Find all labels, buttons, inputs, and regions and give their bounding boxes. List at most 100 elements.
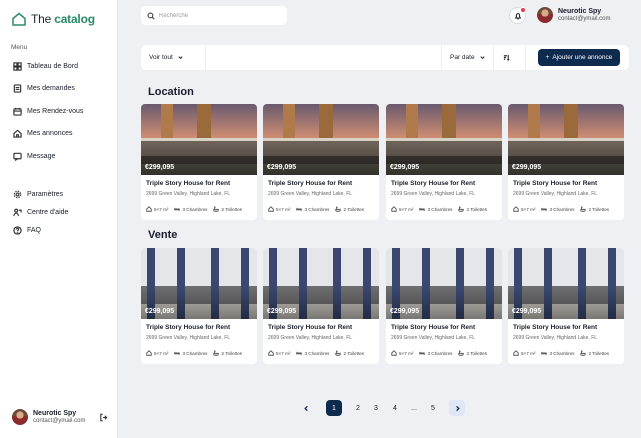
bed-icon <box>296 206 303 213</box>
sidebar-item-label: Centre d'aide <box>27 209 69 216</box>
property-toilets: 2 Toilettes <box>213 206 242 213</box>
property-price: €299,095 <box>267 308 297 315</box>
property-card[interactable]: €299,095 Triple Story House for Rent 269… <box>141 248 257 364</box>
pagination-page-2[interactable]: 2 <box>350 400 366 416</box>
area-icon <box>391 206 397 213</box>
bathtub-icon <box>580 350 587 357</box>
sidebar-item-label: Mes annonces <box>27 130 73 137</box>
profile-name: Neurotic Spy <box>558 8 602 15</box>
area-value: 5×7 m² <box>399 351 414 356</box>
sort-order-button[interactable] <box>503 45 510 70</box>
plus-icon: + <box>545 54 550 61</box>
property-card[interactable]: €299,095 Triple Story House for Rent 269… <box>263 104 379 220</box>
notification-button[interactable] <box>509 7 526 24</box>
sidebar-item-faq[interactable]: FAQ <box>13 226 41 235</box>
rooms-value: 3 Chambres <box>427 351 453 356</box>
pagination-page-4[interactable]: 4 <box>387 400 403 416</box>
toilets-value: 2 Toilettes <box>343 207 365 212</box>
sidebar-item-appointments[interactable]: Mes Rendez-vous <box>13 107 83 116</box>
menu-title: Menu <box>11 44 28 51</box>
sidebar-item-label: Message <box>27 153 56 160</box>
property-price: €299,095 <box>512 164 542 171</box>
property-rooms: 3 Chambres <box>419 350 452 357</box>
sort-icon <box>503 54 510 61</box>
rooms-value: 3 Chambres <box>304 351 330 356</box>
property-card[interactable]: €299,095 Triple Story House for Rent 269… <box>508 104 624 220</box>
search-input[interactable] <box>159 12 279 19</box>
toilets-value: 2 Toilettes <box>221 207 243 212</box>
property-address: 2699 Green Valley, Highland Lake, FL <box>513 335 598 341</box>
property-toilets: 2 Toilettes <box>580 206 609 213</box>
divider <box>525 45 526 70</box>
pagination-prev-button[interactable] <box>298 400 314 416</box>
property-address: 2699 Green Valley, Highland Lake, FL <box>268 335 353 341</box>
divider <box>205 45 206 70</box>
bathtub-icon <box>335 350 342 357</box>
bathtub-icon <box>580 206 587 213</box>
sidebar-item-help-center[interactable]: Centre d'aide <box>13 208 68 217</box>
profile-email: contact@ymail.com <box>558 16 611 22</box>
sidebar-item-dashboard[interactable]: Tableau de Bord <box>13 62 78 71</box>
area-value: 5×7 m² <box>521 351 536 356</box>
pagination-next-button[interactable] <box>449 400 465 416</box>
sidebar-item-settings[interactable]: Paramètres <box>13 190 63 199</box>
property-toilets: 2 Toilettes <box>335 206 364 213</box>
logout-icon[interactable] <box>99 413 108 422</box>
chevron-down-icon <box>178 56 183 60</box>
area-value: 5×7 m² <box>276 207 291 212</box>
area-value: 5×7 m² <box>399 207 414 212</box>
sidebar-item-label: Tableau de Bord <box>27 63 78 70</box>
property-rooms: 3 Chambres <box>541 350 574 357</box>
property-card[interactable]: €299,095 Triple Story House for Rent 269… <box>263 248 379 364</box>
pagination-page-5[interactable]: 5 <box>425 400 441 416</box>
property-title: Triple Story House for Rent <box>513 324 598 331</box>
property-price: €299,095 <box>512 308 542 315</box>
bed-icon <box>541 350 548 357</box>
sidebar: The catalog Menu Tableau de Bord Mes dem… <box>0 0 118 438</box>
sidebar-item-listings[interactable]: Mes annonces <box>13 129 73 138</box>
add-listing-label: Ajouter une annonce <box>552 54 613 61</box>
sidebar-item-requests[interactable]: Mes demandes <box>13 84 75 93</box>
sidebar-profile[interactable]: Neurotic Spy contact@ymail.com <box>12 409 108 425</box>
sort-dropdown[interactable]: Par date <box>450 45 486 70</box>
sidebar-item-label: Mes demandes <box>27 85 75 92</box>
property-title: Triple Story House for Rent <box>513 180 598 187</box>
sort-label: Par date <box>450 54 475 61</box>
property-image: €299,095 <box>386 248 502 319</box>
property-price: €299,095 <box>390 164 420 171</box>
search-bar[interactable] <box>141 6 287 25</box>
avatar <box>537 7 553 23</box>
add-listing-button[interactable]: + Ajouter une annonce <box>538 49 620 66</box>
house-icon <box>13 129 22 138</box>
pagination-page-1[interactable]: 1 <box>326 400 342 416</box>
property-card[interactable]: €299,095 Triple Story House for Rent 269… <box>508 248 624 364</box>
property-image: €299,095 <box>386 104 502 175</box>
property-card[interactable]: €299,095 Triple Story House for Rent 269… <box>141 104 257 220</box>
bed-icon <box>296 350 303 357</box>
property-title: Triple Story House for Rent <box>146 324 231 331</box>
property-area: 5×7 m² <box>146 206 168 213</box>
area-icon <box>268 350 274 357</box>
header-profile[interactable]: Neurotic Spy contact@ymail.com <box>537 7 610 23</box>
sidebar-item-label: FAQ <box>27 227 42 234</box>
app-logo[interactable]: The catalog <box>11 11 95 27</box>
property-image: €299,095 <box>508 248 624 319</box>
sidebar-item-message[interactable]: Message <box>13 152 55 161</box>
section-title-location: Location <box>148 86 194 98</box>
property-card[interactable]: €299,095 Triple Story House for Rent 269… <box>386 104 502 220</box>
property-address: 2699 Green Valley, Highland Lake, FL <box>268 191 353 197</box>
property-toilets: 2 Toilettes <box>213 350 242 357</box>
pagination-page-3[interactable]: 3 <box>368 400 384 416</box>
divider <box>441 45 442 70</box>
view-filter-dropdown[interactable]: Voir tout <box>149 45 184 70</box>
property-card[interactable]: €299,095 Triple Story House for Rent 269… <box>386 248 502 364</box>
bathtub-icon <box>335 206 342 213</box>
bed-icon <box>541 206 548 213</box>
property-features: 5×7 m² 3 Chambres 2 Toilettes <box>391 350 502 357</box>
property-area: 5×7 m² <box>391 206 413 213</box>
property-toilets: 2 Toilettes <box>335 350 364 357</box>
property-price: €299,095 <box>390 308 420 315</box>
property-features: 5×7 m² 3 Chambres 2 Toilettes <box>513 350 624 357</box>
profile-email: contact@ymail.com <box>33 418 86 424</box>
property-rooms: 3 Chambres <box>419 206 452 213</box>
